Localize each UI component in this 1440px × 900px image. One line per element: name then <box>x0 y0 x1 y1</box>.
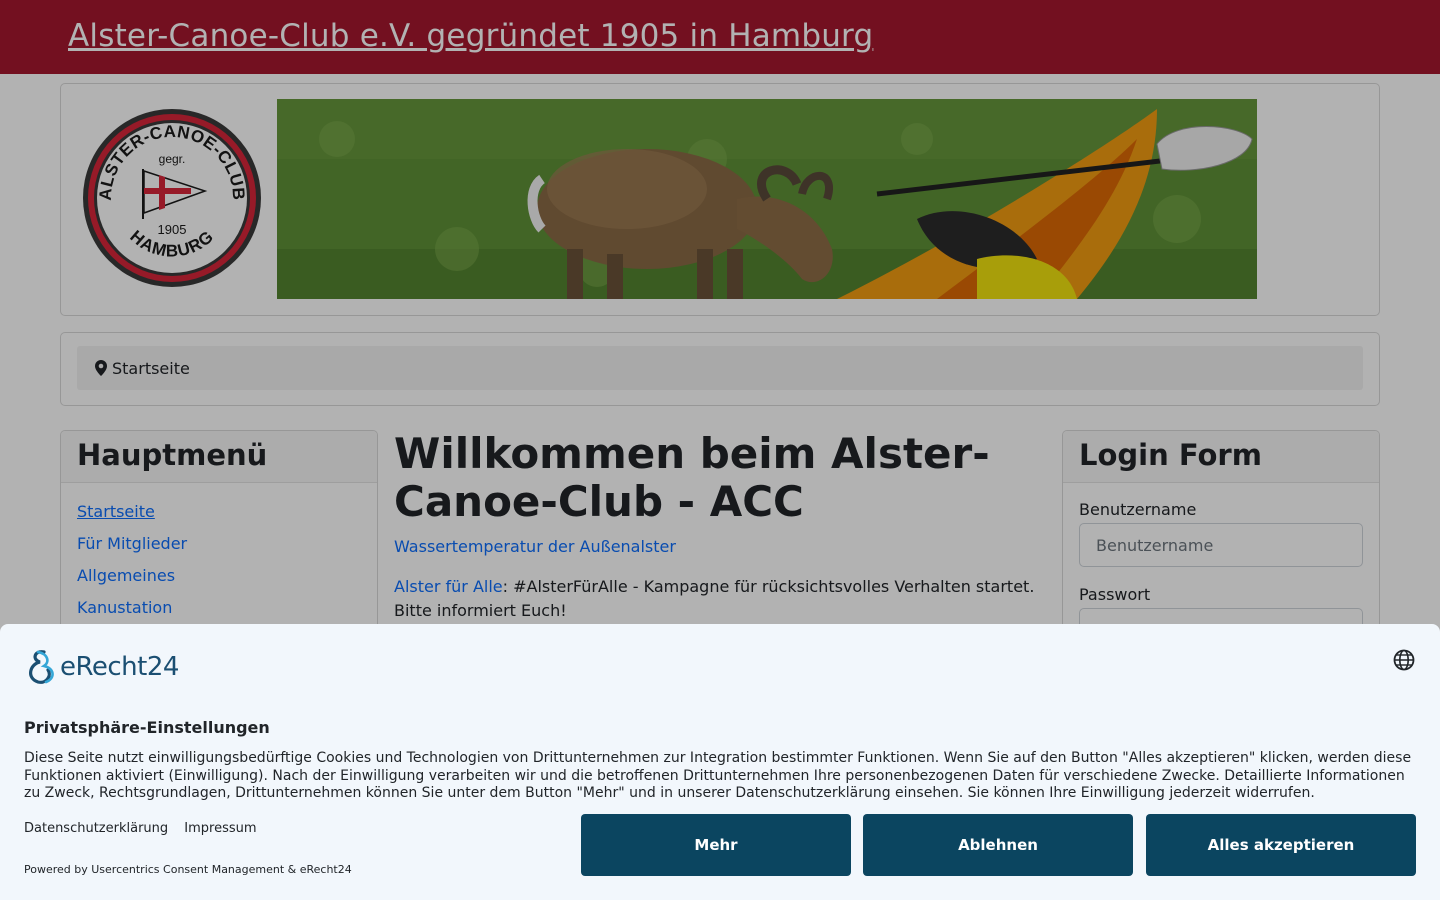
reject-button[interactable]: Ablehnen <box>863 814 1133 876</box>
erecht24-brand-text: eRecht24 <box>60 652 179 682</box>
more-button[interactable]: Mehr <box>581 814 851 876</box>
language-button[interactable] <box>1392 648 1416 672</box>
privacy-policy-link[interactable]: Datenschutzerklärung <box>24 821 168 836</box>
globe-icon <box>1393 649 1415 671</box>
accept-all-button[interactable]: Alles akzeptieren <box>1146 814 1416 876</box>
erecht24-mark-icon <box>29 650 54 684</box>
consent-description: Diese Seite nutzt einwilligungsbedürftig… <box>24 750 1412 801</box>
consent-title: Privatsphäre-Einstellungen <box>24 718 270 737</box>
imprint-link[interactable]: Impressum <box>184 821 256 836</box>
consent-links: Datenschutzerklärung Impressum <box>24 821 269 836</box>
erecht24-logo: eRecht24 <box>24 648 179 686</box>
powered-by-text: Powered by Usercentrics Consent Manageme… <box>24 863 352 876</box>
